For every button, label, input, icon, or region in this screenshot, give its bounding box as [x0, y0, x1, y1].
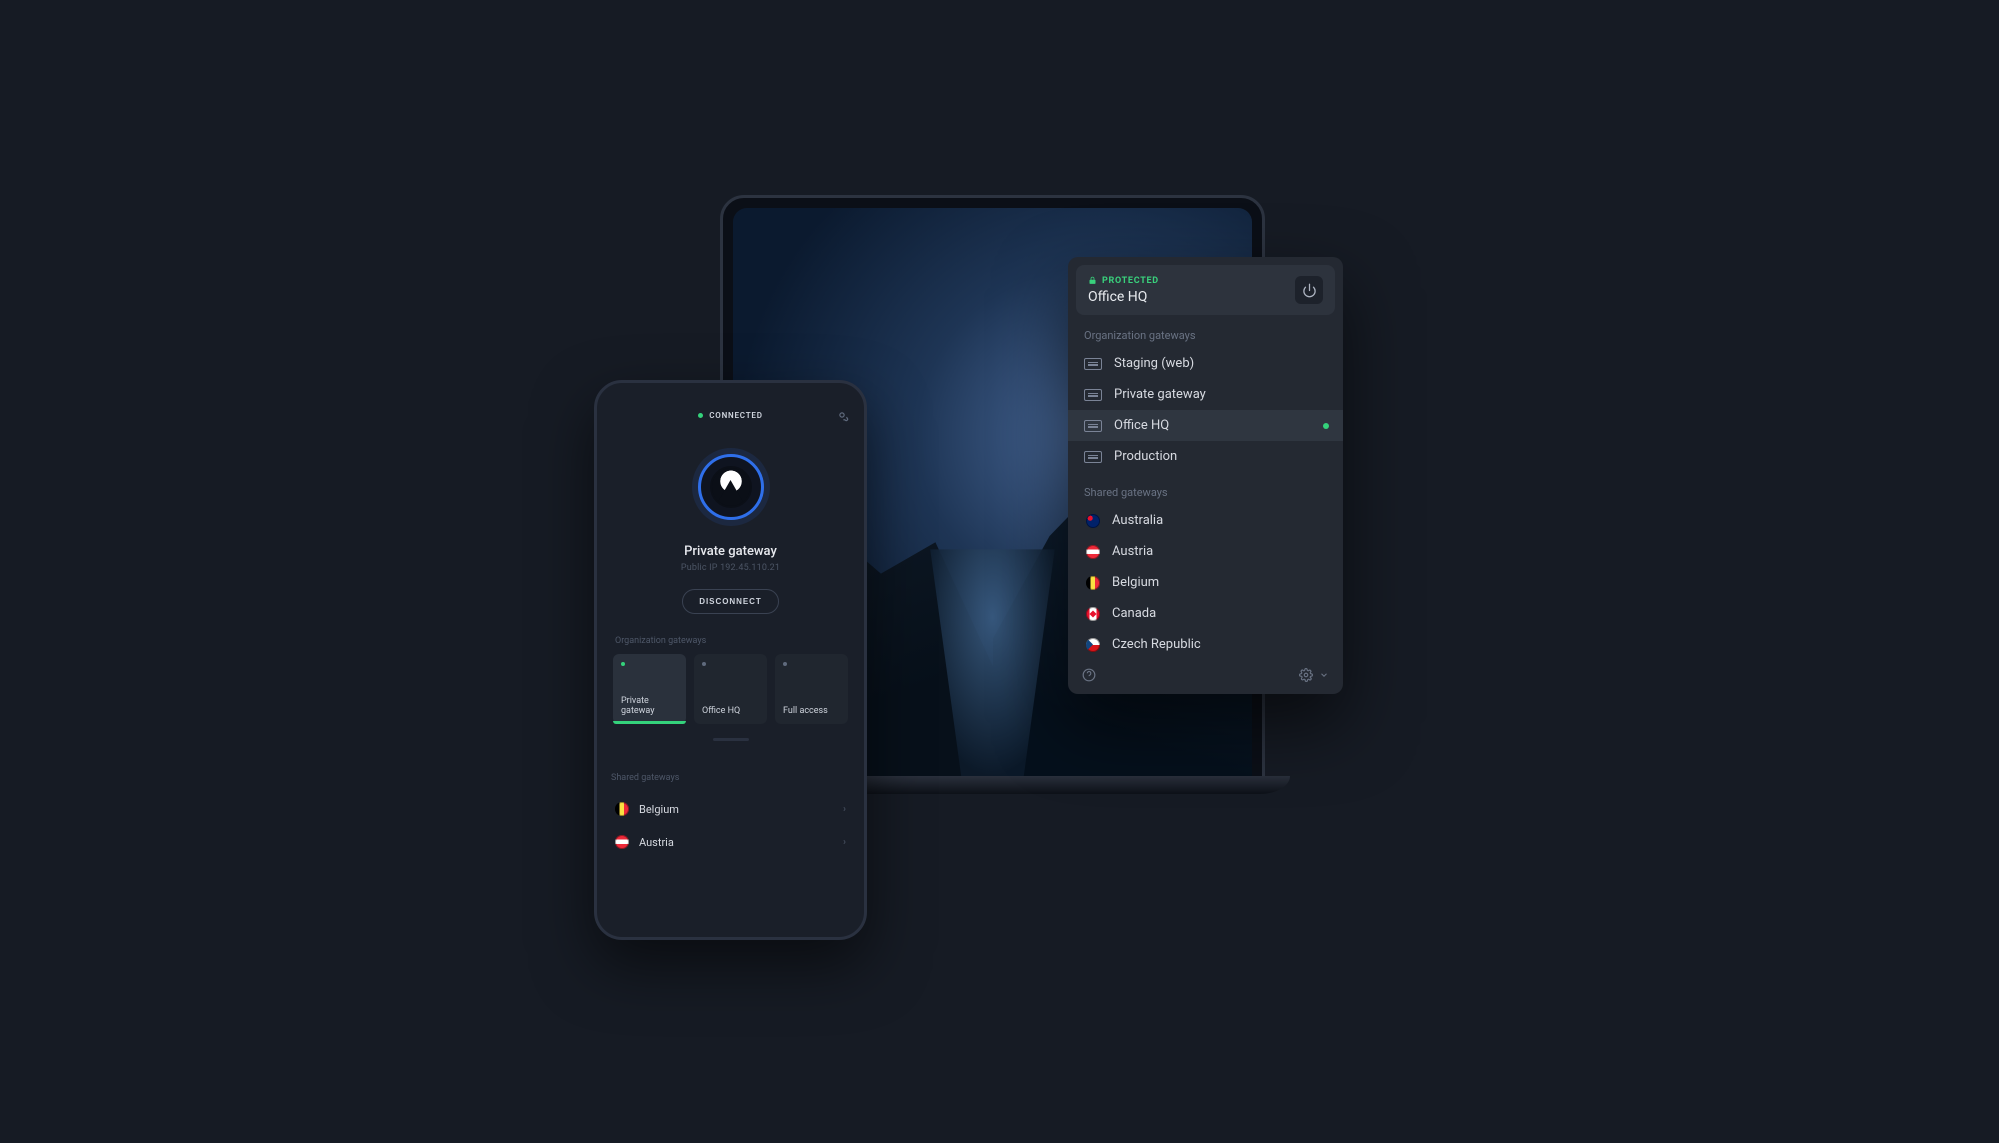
status-dot-icon — [783, 662, 787, 666]
server-icon — [1084, 451, 1102, 463]
status-dot-icon — [702, 662, 706, 666]
country-label: Belgium — [1112, 575, 1159, 590]
chevron-right-icon: › — [843, 804, 846, 815]
lock-icon — [1088, 275, 1097, 286]
panel-header: PROTECTED Office HQ — [1076, 265, 1335, 315]
flag-icon — [1086, 545, 1100, 559]
country-label: Austria — [1112, 544, 1153, 559]
country-row[interactable]: Austria › — [611, 825, 850, 858]
flag-icon — [1086, 576, 1100, 590]
gateway-label: Staging (web) — [1114, 356, 1194, 371]
shared-gateways-heading: Shared gateways — [1068, 472, 1343, 505]
flag-icon — [615, 802, 629, 816]
flag-icon — [1086, 514, 1100, 528]
gateway-card-label: Full access — [783, 706, 840, 716]
disconnect-button[interactable]: DISCONNECT — [682, 589, 779, 614]
gateway-card-label: Private gateway — [621, 696, 678, 716]
connection-status: CONNECTED — [698, 411, 763, 420]
chevron-right-icon: › — [843, 837, 846, 848]
country-row[interactable]: Czech Republic — [1068, 629, 1343, 660]
server-icon — [1084, 358, 1102, 370]
country-label: Austria — [639, 836, 674, 849]
gateway-label: Production — [1114, 449, 1177, 464]
help-icon[interactable] — [1082, 668, 1096, 682]
gateway-label: Office HQ — [1114, 418, 1169, 433]
gear-icon — [1299, 668, 1313, 682]
power-button[interactable] — [1295, 276, 1323, 304]
gateway-row[interactable]: Production — [1068, 441, 1343, 472]
flag-icon — [615, 835, 629, 849]
gateway-card[interactable]: Office HQ — [694, 654, 767, 724]
country-row[interactable]: Belgium — [1068, 567, 1343, 598]
active-gateway-name: Private gateway — [684, 544, 777, 559]
connection-panel: PROTECTED Office HQ Organization gateway… — [1068, 257, 1343, 694]
gateway-row[interactable]: Private gateway — [1068, 379, 1343, 410]
shared-gateways-list: Australia Austria Belgium Canada Czech R… — [1068, 505, 1343, 660]
settings-button[interactable] — [834, 407, 850, 427]
country-row[interactable]: Belgium › — [611, 793, 850, 825]
protected-badge: PROTECTED — [1088, 275, 1295, 286]
server-icon — [1084, 420, 1102, 432]
server-icon — [1084, 389, 1102, 401]
country-label: Canada — [1112, 606, 1156, 621]
shared-gateways-heading: Shared gateways — [611, 773, 850, 783]
country-label: Australia — [1112, 513, 1163, 528]
connection-status-label: CONNECTED — [709, 411, 763, 420]
org-gateways-list: Staging (web) Private gateway Office HQ … — [1068, 348, 1343, 472]
chevron-down-icon — [1319, 670, 1329, 680]
flag-icon — [1086, 607, 1100, 621]
scroll-indicator — [713, 738, 749, 741]
org-gateways-heading: Organization gateways — [1068, 315, 1343, 348]
protected-label: PROTECTED — [1102, 276, 1159, 286]
public-ip: Public IP 192.45.110.21 — [681, 563, 780, 573]
gateway-card[interactable]: Private gateway — [613, 654, 686, 724]
settings-menu-button[interactable] — [1299, 668, 1329, 682]
phone-device: CONNECTED Private gateway Public IP 192.… — [594, 380, 867, 940]
gateway-row[interactable]: Office HQ — [1068, 410, 1343, 441]
country-row[interactable]: Australia — [1068, 505, 1343, 536]
org-gateways-heading: Organization gateways — [615, 636, 706, 646]
flag-icon — [1086, 638, 1100, 652]
gateway-card-label: Office HQ — [702, 706, 759, 716]
power-icon — [1302, 283, 1317, 298]
brand-logo-icon — [710, 466, 752, 508]
country-row[interactable]: Austria — [1068, 536, 1343, 567]
panel-connection-name: Office HQ — [1088, 289, 1295, 305]
country-label: Czech Republic — [1112, 637, 1201, 652]
status-indicator-icon — [698, 413, 703, 418]
panel-footer — [1068, 660, 1343, 688]
country-row[interactable]: Canada — [1068, 598, 1343, 629]
gateway-label: Private gateway — [1114, 387, 1206, 402]
status-dot-icon — [621, 662, 625, 666]
brand-ring — [698, 454, 764, 520]
country-label: Belgium — [639, 803, 679, 816]
org-gateway-cards: Private gateway Office HQ Full access — [611, 654, 850, 724]
gateway-card[interactable]: Full access — [775, 654, 848, 724]
gateway-row[interactable]: Staging (web) — [1068, 348, 1343, 379]
